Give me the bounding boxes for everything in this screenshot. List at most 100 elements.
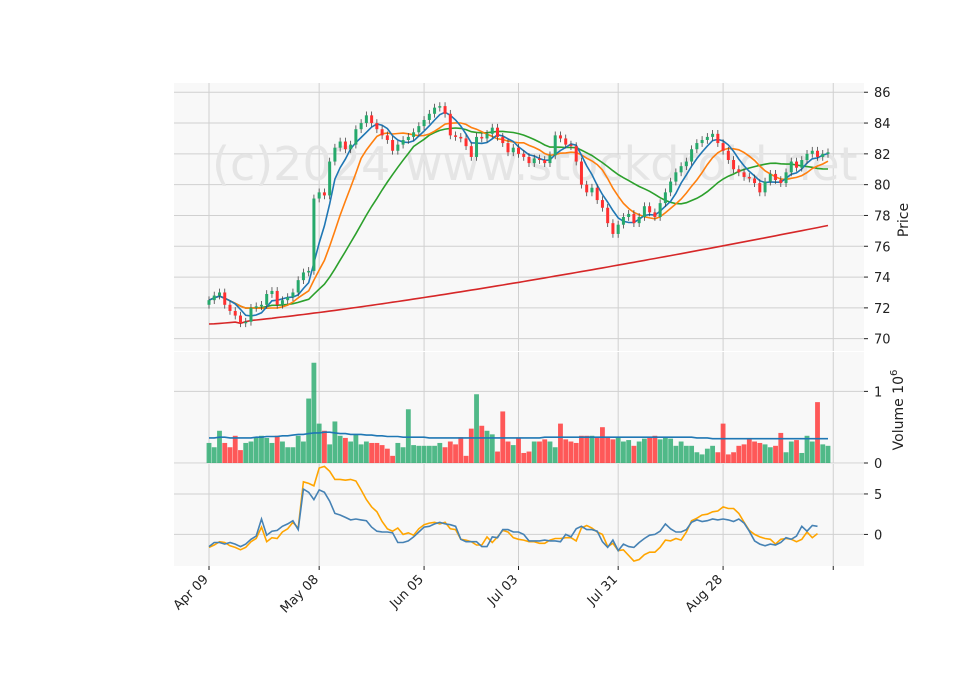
- volume-bar: [232, 435, 238, 463]
- candle-body: [821, 153, 825, 157]
- volume-bar: [531, 441, 537, 463]
- volume-bar: [526, 451, 532, 463]
- volume-tick-label: 1: [874, 385, 882, 400]
- volume-bar: [725, 454, 731, 463]
- volume-bar: [794, 440, 799, 463]
- volume-bar: [594, 437, 600, 463]
- volume-bar: [641, 438, 647, 463]
- candle-body: [768, 173, 772, 182]
- candle-body: [553, 135, 557, 156]
- volume-bar: [337, 435, 343, 463]
- candle-body: [359, 123, 363, 130]
- candle-body: [595, 187, 599, 201]
- volume-bar: [589, 435, 595, 463]
- candle-body: [475, 136, 479, 157]
- candle-body: [648, 206, 652, 213]
- volume-bar: [495, 451, 500, 463]
- volume-bar: [301, 441, 306, 463]
- volume-bar: [390, 455, 396, 463]
- volume-bar: [579, 435, 584, 463]
- candle-body: [569, 144, 573, 147]
- volume-bar: [715, 452, 721, 463]
- volume-bar: [689, 445, 695, 463]
- volume-bar: [521, 452, 527, 463]
- x-tick-label: May 08: [278, 572, 322, 616]
- candle-body: [574, 146, 578, 162]
- volume-bar: [537, 441, 542, 463]
- volume-bar: [348, 441, 354, 463]
- volume-bar: [437, 442, 443, 463]
- candle-body: [810, 150, 814, 154]
- candle-body: [270, 290, 274, 295]
- candle-body: [763, 181, 767, 193]
- candle-body: [438, 106, 442, 108]
- candle-body: [506, 143, 510, 153]
- candle-body: [637, 217, 641, 224]
- watermark: (c)2024 www.stockdroid.net: [212, 137, 858, 191]
- price-axis-label: Price: [896, 203, 912, 237]
- candle-body: [674, 172, 678, 182]
- candle-body: [280, 300, 284, 305]
- candle-body: [695, 143, 699, 150]
- volume-bar: [600, 427, 605, 463]
- candle-body: [653, 212, 657, 217]
- volume-bar: [783, 452, 789, 463]
- volume-bar: [788, 441, 794, 463]
- volume-bar: [479, 425, 485, 463]
- candle-body: [265, 294, 269, 305]
- candle-body: [375, 123, 379, 130]
- volume-bar: [573, 442, 579, 463]
- candle-body: [485, 133, 489, 139]
- candle-body: [600, 200, 604, 208]
- candle-body: [532, 158, 536, 164]
- volume-bar: [809, 441, 815, 463]
- volume-bar: [290, 447, 296, 463]
- volume-bar: [662, 437, 668, 463]
- candle-body: [585, 184, 589, 193]
- volume-bar: [584, 435, 590, 463]
- volume-bar: [505, 441, 511, 463]
- volume-bar: [657, 439, 663, 463]
- volume-bar: [773, 445, 778, 463]
- candle-body: [527, 156, 531, 164]
- stock-chart: (c)2024 www.stockdroid.net 70 72 74 76 78 80 8…: [171, 83, 912, 616]
- candle-body: [238, 315, 242, 324]
- volume-bar: [311, 362, 317, 463]
- price-tick-label: 72: [874, 302, 891, 317]
- volume-bar: [704, 448, 710, 463]
- candle-body: [448, 113, 452, 136]
- volume-bar: [762, 444, 768, 463]
- candle-body: [700, 139, 704, 144]
- volume-bar: [342, 437, 348, 463]
- volume-bar: [720, 423, 726, 463]
- volume-bar: [253, 437, 259, 463]
- volume-bar: [767, 447, 773, 463]
- candle-body: [427, 113, 431, 120]
- volume-bar: [327, 444, 333, 463]
- candle-body: [307, 270, 311, 273]
- volume-bar: [510, 445, 516, 463]
- volume-bar: [358, 444, 364, 463]
- candle-body: [616, 224, 620, 234]
- candle-body: [816, 150, 820, 157]
- volume-bar: [474, 394, 479, 463]
- volume-bar: [484, 430, 490, 463]
- candle-body: [349, 144, 353, 150]
- candle-body: [716, 133, 720, 144]
- volume-bar: [746, 438, 752, 463]
- candle-body: [747, 176, 751, 179]
- volume-bar: [400, 447, 406, 463]
- candle-body: [490, 127, 494, 134]
- candle-body: [496, 127, 500, 137]
- volume-bar: [741, 444, 747, 463]
- volume-bar: [694, 452, 700, 463]
- volume-bar: [558, 423, 563, 463]
- candle-body: [212, 295, 216, 301]
- price-tick-label: 70: [874, 333, 891, 348]
- candle-body: [548, 155, 552, 164]
- x-tick-label: Aug 28: [683, 572, 726, 615]
- x-tick-label: Apr 09: [171, 572, 212, 613]
- volume-bar: [280, 441, 285, 463]
- x-tick-label: Jul 03: [484, 572, 521, 609]
- volume-bar: [563, 439, 569, 463]
